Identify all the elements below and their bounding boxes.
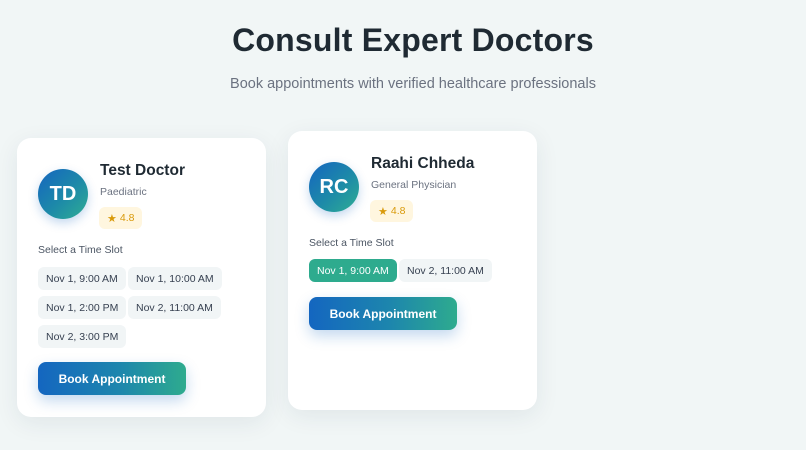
doctor-specialty: Paediatric	[100, 186, 147, 198]
doctor-specialty: General Physician	[371, 179, 457, 191]
star-icon: ★	[107, 212, 117, 225]
time-slot[interactable]: Nov 1, 10:00 AM	[128, 267, 222, 290]
star-icon: ★	[378, 205, 388, 218]
slot-section-label: Select a Time Slot	[309, 237, 394, 249]
time-slot[interactable]: Nov 2, 3:00 PM	[38, 325, 127, 348]
rating-badge: ★ 4.8	[370, 200, 414, 222]
rating-value: 4.8	[119, 212, 135, 224]
doctor-card: TD Test Doctor Paediatric ★ 4.8 Select a…	[17, 138, 266, 417]
time-slot[interactable]: Nov 1, 9:00 AM	[38, 267, 126, 290]
time-slot[interactable]: Nov 2, 11:00 AM	[399, 259, 492, 282]
book-appointment-button[interactable]: Book Appointment	[38, 362, 186, 395]
page-title: Consult Expert Doctors	[232, 22, 594, 58]
page-subtitle: Book appointments with verified healthca…	[230, 76, 596, 92]
rating-value: 4.8	[390, 205, 406, 217]
avatar: TD	[38, 169, 88, 219]
avatar: RC	[309, 162, 359, 212]
book-appointment-button[interactable]: Book Appointment	[309, 297, 457, 330]
time-slot[interactable]: Nov 1, 2:00 PM	[38, 296, 127, 319]
time-slot[interactable]: Nov 2, 11:00 AM	[128, 296, 221, 319]
slot-section-label: Select a Time Slot	[38, 244, 123, 256]
rating-badge: ★ 4.8	[99, 207, 143, 229]
doctor-name: Raahi Chheda	[371, 155, 475, 172]
doctor-card: RC Raahi Chheda General Physician ★ 4.8 …	[288, 131, 537, 410]
page: Consult Expert Doctors Book appointments…	[0, 0, 806, 450]
time-slot-selected[interactable]: Nov 1, 9:00 AM	[309, 259, 397, 282]
doctor-name: Test Doctor	[100, 162, 185, 179]
